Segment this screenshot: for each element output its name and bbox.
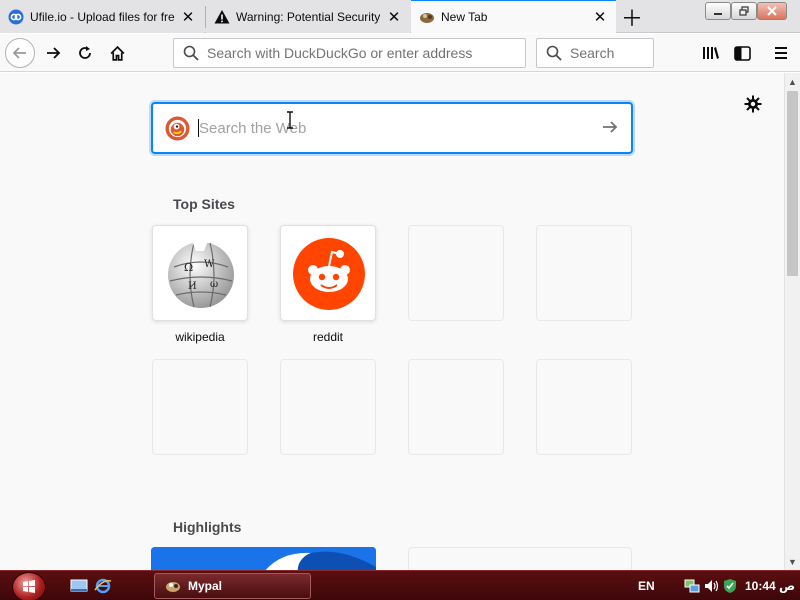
search-icon xyxy=(183,45,199,61)
empty-top-site-tile[interactable] xyxy=(536,225,632,321)
tab-title: Ufile.io - Upload files for fre xyxy=(30,9,175,24)
search-bar[interactable]: Search xyxy=(536,38,654,68)
navigation-toolbar: Search with DuckDuckGo or enter address … xyxy=(0,34,800,72)
library-icon xyxy=(703,47,719,59)
highlight-card[interactable] xyxy=(408,547,632,570)
mypal-icon xyxy=(166,582,180,592)
sidebar-icon xyxy=(733,45,751,61)
tab-warning[interactable]: Warning: Potential Security ✕ xyxy=(206,0,410,33)
reddit-icon xyxy=(293,238,365,310)
empty-top-site-tile[interactable] xyxy=(280,359,376,455)
clock[interactable]: 10:44 ص xyxy=(745,579,795,593)
network-icon[interactable] xyxy=(684,578,700,594)
tab-strip: Ufile.io - Upload files for fre ✕ Warnin… xyxy=(0,0,800,33)
search-icon xyxy=(546,45,562,61)
empty-top-site-tile[interactable] xyxy=(152,359,248,455)
web-search-field[interactable]: Search the Web xyxy=(151,102,633,154)
sidebar-button[interactable] xyxy=(727,38,757,68)
tab-new-tab[interactable]: New Tab ✕ xyxy=(411,0,616,33)
wikipedia-icon: Ω W И ω xyxy=(168,241,234,308)
security-shield-icon[interactable] xyxy=(722,578,738,594)
svg-text:ω: ω xyxy=(210,279,218,290)
restore-icon xyxy=(739,6,749,16)
maximize-button[interactable] xyxy=(731,2,757,20)
language-indicator[interactable]: EN xyxy=(638,579,655,593)
mouse-ibeam-cursor xyxy=(286,111,296,129)
show-desktop-icon[interactable] xyxy=(70,577,88,595)
highlight-card[interactable] xyxy=(151,547,376,570)
scrollbar-thumb[interactable] xyxy=(787,91,798,276)
forward-button[interactable] xyxy=(38,38,68,68)
highlights-heading: Highlights xyxy=(173,519,242,535)
warning-icon xyxy=(214,9,230,25)
home-icon xyxy=(110,45,124,61)
back-arrow-icon xyxy=(12,47,26,59)
tab-ufile[interactable]: Ufile.io - Upload files for fre ✕ xyxy=(0,0,204,33)
arrow-right-icon[interactable] xyxy=(601,118,619,141)
reload-button[interactable] xyxy=(70,38,100,68)
settings-gear-icon[interactable] xyxy=(742,93,764,115)
tab-title: New Tab xyxy=(441,10,488,24)
minimize-icon xyxy=(714,13,722,15)
highlight-thumbnail xyxy=(151,547,376,570)
hamburger-menu-icon xyxy=(775,47,787,59)
close-icon xyxy=(767,6,777,16)
back-button[interactable] xyxy=(5,38,35,68)
taskbar-task-label: Mypal xyxy=(188,579,223,593)
tab-title: Warning: Potential Security xyxy=(236,9,381,24)
search-placeholder: Search xyxy=(570,45,615,61)
taskbar: Mypal EN 10:44 ص xyxy=(0,570,800,600)
volume-icon[interactable] xyxy=(703,578,719,594)
minimize-button[interactable] xyxy=(705,2,731,20)
duckduckgo-icon xyxy=(165,115,190,141)
top-site-label[interactable]: wikipedia xyxy=(152,330,248,344)
svg-text:W: W xyxy=(204,259,215,270)
internet-explorer-icon[interactable] xyxy=(94,577,112,595)
menu-button[interactable] xyxy=(766,38,796,68)
home-button[interactable] xyxy=(102,38,132,68)
new-tab-page: Search the Web Top Sites Ω W И ω wikiped… xyxy=(0,73,784,570)
new-tab-button[interactable]: ＋ xyxy=(618,4,646,31)
windows-logo-icon xyxy=(23,580,35,593)
empty-top-site-tile[interactable] xyxy=(536,359,632,455)
scroll-down-icon[interactable]: ▼ xyxy=(788,557,797,567)
svg-text:И: И xyxy=(188,281,197,292)
forward-arrow-icon xyxy=(47,47,61,59)
empty-top-site-tile[interactable] xyxy=(408,359,504,455)
svg-text:Ω: Ω xyxy=(184,261,193,274)
scroll-up-icon[interactable]: ▲ xyxy=(788,77,797,87)
url-bar[interactable]: Search with DuckDuckGo or enter address xyxy=(173,38,526,68)
library-button[interactable] xyxy=(696,38,726,68)
ufile-icon xyxy=(8,9,24,25)
top-site-label[interactable]: reddit xyxy=(280,330,376,344)
close-tab-icon[interactable]: ✕ xyxy=(590,7,610,27)
top-sites-heading: Top Sites xyxy=(173,196,235,212)
taskbar-task-mypal[interactable]: Mypal xyxy=(154,573,311,599)
top-site-tile[interactable] xyxy=(280,225,376,321)
start-button[interactable] xyxy=(12,572,46,600)
empty-top-site-tile[interactable] xyxy=(408,225,504,321)
top-site-tile[interactable]: Ω W И ω xyxy=(152,225,248,321)
url-placeholder: Search with DuckDuckGo or enter address xyxy=(207,45,473,61)
reload-icon xyxy=(79,46,91,59)
firefox-icon xyxy=(419,9,435,25)
close-tab-icon[interactable]: ✕ xyxy=(178,7,198,27)
close-window-button[interactable] xyxy=(757,2,787,20)
page-scrollbar[interactable]: ▲ ▼ xyxy=(784,73,800,570)
close-tab-icon[interactable]: ✕ xyxy=(384,7,404,27)
